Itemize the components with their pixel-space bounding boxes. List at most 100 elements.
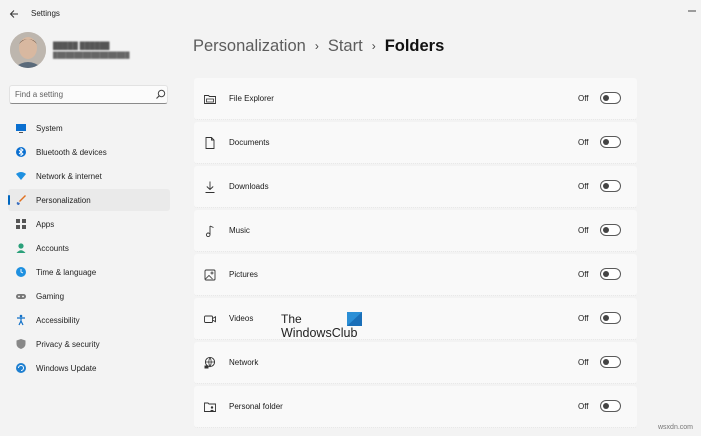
download-icon [205, 181, 215, 193]
toggle-state-label: Off [578, 182, 589, 191]
gamepad-icon [15, 290, 27, 302]
sidebar-item-apps[interactable]: Apps [8, 213, 170, 235]
folder-label: Pictures [229, 270, 258, 279]
toggle-state-label: Off [578, 226, 589, 235]
folder-row-pictures: Pictures Off [194, 254, 637, 296]
folder-label: Documents [229, 138, 270, 147]
sidebar-item-label: Windows Update [36, 363, 97, 373]
accessibility-icon [15, 314, 27, 326]
toggle-state-label: Off [578, 138, 589, 147]
sidebar-item-accounts[interactable]: Accounts [8, 237, 170, 259]
toggle-knob [603, 95, 609, 101]
sidebar-nav: System Bluetooth & devices Network & int… [8, 117, 170, 381]
search-input[interactable] [10, 86, 148, 103]
chevron-right-icon: › [314, 39, 319, 53]
toggle-state-label: Off [578, 358, 589, 367]
watermark-text-the: The [281, 312, 302, 326]
folder-label: Network [229, 358, 259, 367]
music-toggle[interactable] [600, 224, 621, 236]
site-watermark: wsxdn.com [658, 424, 694, 431]
user-name: █████ ██████ [53, 43, 110, 50]
sidebar-item-label: Accessibility [36, 315, 80, 325]
sidebar-item-network-internet[interactable]: Network & internet [8, 165, 170, 187]
sidebar-item-label: Personalization [36, 195, 91, 205]
sidebar-item-bluetooth-devices[interactable]: Bluetooth & devices [8, 141, 170, 163]
sidebar-item-privacy-security[interactable]: Privacy & security [8, 333, 170, 355]
folder-row-videos: Videos Off [194, 298, 637, 340]
toggle-knob [603, 227, 609, 233]
network-icon [204, 356, 216, 369]
breadcrumb-start[interactable]: Start [328, 37, 363, 56]
network-toggle[interactable] [600, 356, 621, 368]
minimize-icon [688, 10, 696, 12]
video-icon [204, 315, 216, 323]
toggle-state-label: Off [578, 314, 589, 323]
settings-search-box[interactable] [9, 85, 168, 104]
toggle-knob [603, 315, 609, 321]
title-bar: Settings [0, 0, 701, 30]
sidebar-item-label: Bluetooth & devices [36, 147, 107, 157]
sidebar-item-personalization[interactable]: Personalization [8, 189, 170, 211]
sidebar-item-system[interactable]: System [8, 117, 170, 139]
toggle-knob [603, 403, 609, 409]
toggle-knob [603, 359, 609, 365]
toggle-state-label: Off [578, 270, 589, 279]
breadcrumb: Personalization › Start › Folders [193, 35, 444, 57]
picture-icon [204, 269, 216, 281]
minimize-button[interactable] [686, 6, 698, 16]
personal-folder-toggle[interactable] [600, 400, 621, 412]
folder-row-file-explorer: File Explorer Off [194, 78, 637, 120]
document-icon [205, 137, 215, 149]
sidebar-item-gaming[interactable]: Gaming [8, 285, 170, 307]
sidebar-item-label: Accounts [36, 243, 69, 253]
toggle-state-label: Off [578, 94, 589, 103]
downloads-toggle[interactable] [600, 180, 621, 192]
folder-label: File Explorer [229, 94, 274, 103]
back-button[interactable] [6, 8, 22, 22]
folder-row-personal-folder: Personal folder Off [194, 386, 637, 428]
folder-row-network: Network Off [194, 342, 637, 384]
pictures-toggle[interactable] [600, 268, 621, 280]
chevron-right-icon: › [371, 39, 376, 53]
breadcrumb-personalization[interactable]: Personalization [193, 37, 306, 56]
sidebar-item-accessibility[interactable]: Accessibility [8, 309, 170, 331]
window-title: Settings [31, 9, 60, 18]
apps-icon [15, 218, 27, 230]
user-profile[interactable]: █████ ██████ ██████████████████ [10, 32, 170, 70]
documents-toggle[interactable] [600, 136, 621, 148]
back-arrow-icon [9, 10, 18, 18]
user-email: ██████████████████ [53, 53, 130, 59]
search-icon[interactable] [155, 89, 166, 100]
update-icon [15, 362, 27, 374]
brush-icon [15, 194, 27, 206]
toggle-state-label: Off [578, 402, 589, 411]
folder-row-downloads: Downloads Off [194, 166, 637, 208]
monitor-icon [15, 122, 27, 134]
avatar [10, 32, 46, 68]
music-icon [205, 225, 214, 238]
toggle-knob [603, 271, 609, 277]
file-explorer-toggle[interactable] [600, 92, 621, 104]
videos-toggle[interactable] [600, 312, 621, 324]
personal-folder-icon [204, 402, 216, 412]
toggle-knob [603, 183, 609, 189]
sidebar-item-label: Gaming [36, 291, 65, 301]
file-explorer-icon [204, 95, 216, 104]
sidebar-item-time-language[interactable]: Time & language [8, 261, 170, 283]
folder-row-documents: Documents Off [194, 122, 637, 164]
folder-label: Videos [229, 314, 254, 323]
sidebar-item-label: Apps [36, 219, 55, 229]
folder-label: Music [229, 226, 250, 235]
shield-icon [15, 338, 27, 350]
folder-label: Personal folder [229, 402, 283, 411]
account-icon [15, 242, 27, 254]
globe-clock-icon [15, 266, 27, 278]
folder-list: File Explorer Off Documents Off Download… [194, 78, 637, 430]
folder-label: Downloads [229, 182, 269, 191]
sidebar-item-label: Privacy & security [36, 339, 100, 349]
sidebar-item-windows-update[interactable]: Windows Update [8, 357, 170, 379]
folder-row-music: Music Off [194, 210, 637, 252]
watermark: The WindowsClub [281, 312, 371, 342]
bluetooth-icon [15, 146, 27, 158]
toggle-knob [603, 139, 609, 145]
